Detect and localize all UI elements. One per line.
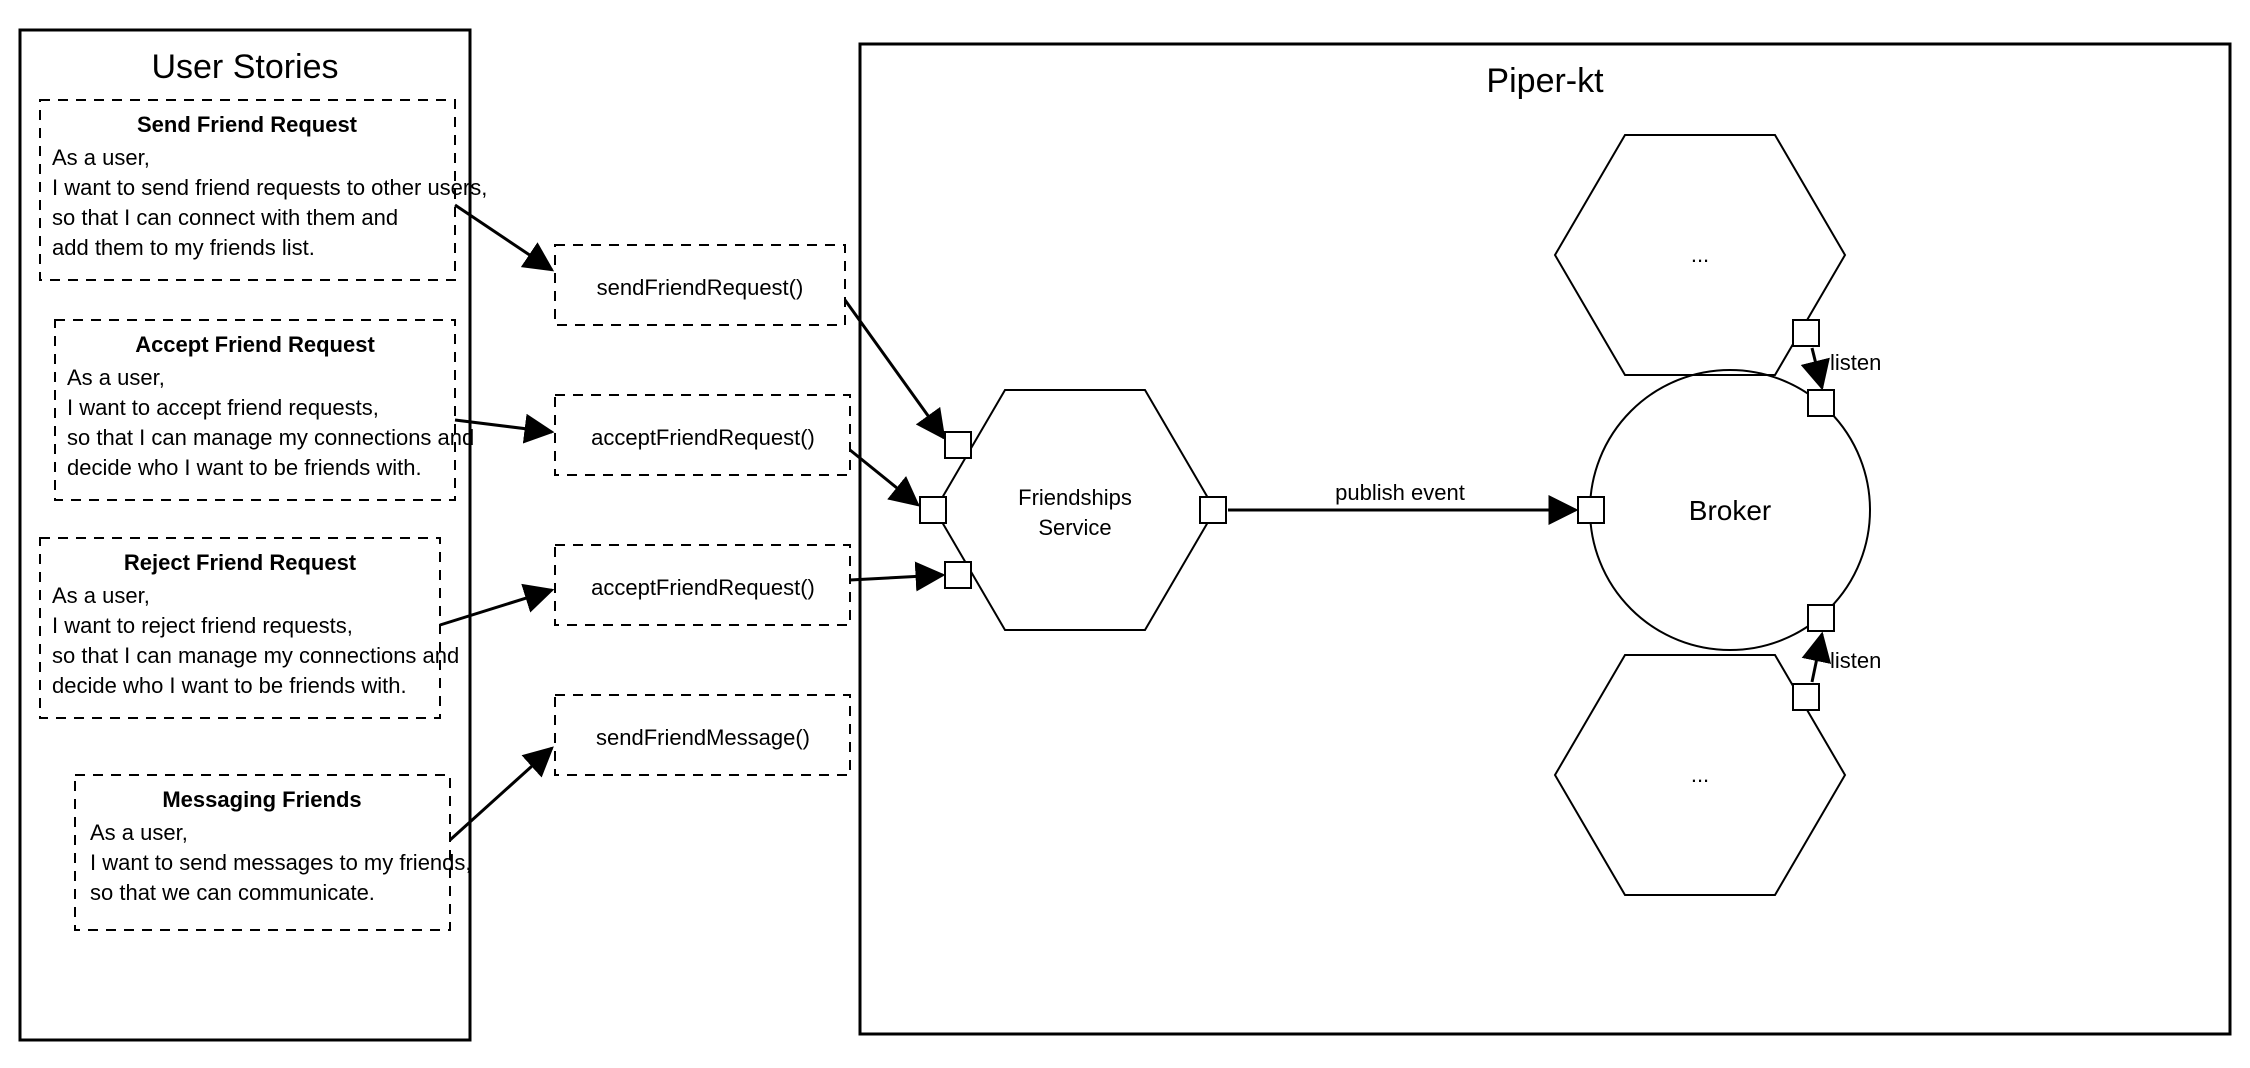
port-icon	[1793, 320, 1819, 346]
story-line: so that we can communicate.	[90, 880, 375, 905]
method-acceptFriendRequest-2: acceptFriendRequest()	[555, 545, 850, 625]
story-title: Reject Friend Request	[124, 550, 357, 575]
story-line: I want to send messages to my friends,	[90, 850, 472, 875]
story-line: As a user,	[67, 365, 165, 390]
story-line: so that I can manage my connections and	[52, 643, 459, 668]
service-label-2: Service	[1038, 515, 1111, 540]
port-icon	[945, 432, 971, 458]
user-stories-panel: User Stories Send Friend Request As a us…	[20, 30, 487, 1040]
placeholder-label: ...	[1691, 242, 1709, 267]
story-line: so that I can connect with them and	[52, 205, 398, 230]
story-line: I want to reject friend requests,	[52, 613, 353, 638]
port-icon	[945, 562, 971, 588]
method-label: sendFriendMessage()	[596, 725, 810, 750]
publish-event-label: publish event	[1335, 480, 1465, 505]
story-card-accept: Accept Friend Request As a user, I want …	[55, 320, 474, 500]
port-icon	[1578, 497, 1604, 523]
broker-label: Broker	[1689, 495, 1771, 526]
method-acceptFriendRequest-1: acceptFriendRequest()	[555, 395, 850, 475]
story-line: I want to accept friend requests,	[67, 395, 379, 420]
port-icon	[1808, 390, 1834, 416]
service-label-1: Friendships	[1018, 485, 1132, 510]
port-icon	[1808, 605, 1834, 631]
system-panel: Piper-kt Friendships Service Broker	[845, 44, 2230, 1034]
story-card-reject: Reject Friend Request As a user, I want …	[40, 538, 459, 718]
listen-label: listen	[1830, 350, 1881, 375]
story-card-messaging: Messaging Friends As a user, I want to s…	[75, 775, 472, 930]
port-icon	[1200, 497, 1226, 523]
system-title: Piper-kt	[1486, 62, 1604, 100]
story-line: decide who I want to be friends with.	[52, 673, 407, 698]
story-title: Accept Friend Request	[135, 332, 375, 357]
story-title: Send Friend Request	[137, 112, 358, 137]
method-sendFriendRequest: sendFriendRequest()	[555, 245, 845, 325]
user-stories-title: User Stories	[151, 48, 338, 86]
story-card-send: Send Friend Request As a user, I want to…	[40, 100, 487, 280]
method-sendFriendMessage: sendFriendMessage()	[555, 695, 850, 775]
story-line: so that I can manage my connections and	[67, 425, 474, 450]
story-title: Messaging Friends	[162, 787, 361, 812]
method-label: acceptFriendRequest()	[591, 425, 815, 450]
story-line: add them to my friends list.	[52, 235, 315, 260]
story-line: I want to send friend requests to other …	[52, 175, 487, 200]
port-icon	[1793, 684, 1819, 710]
story-line: As a user,	[52, 583, 150, 608]
story-line: As a user,	[52, 145, 150, 170]
port-icon	[920, 497, 946, 523]
listen-label: listen	[1830, 648, 1881, 673]
story-line: As a user,	[90, 820, 188, 845]
method-label: acceptFriendRequest()	[591, 575, 815, 600]
story-line: decide who I want to be friends with.	[67, 455, 422, 480]
placeholder-label: ...	[1691, 762, 1709, 787]
diagram-canvas: User Stories Send Friend Request As a us…	[0, 0, 2250, 1068]
method-label: sendFriendRequest()	[597, 275, 804, 300]
